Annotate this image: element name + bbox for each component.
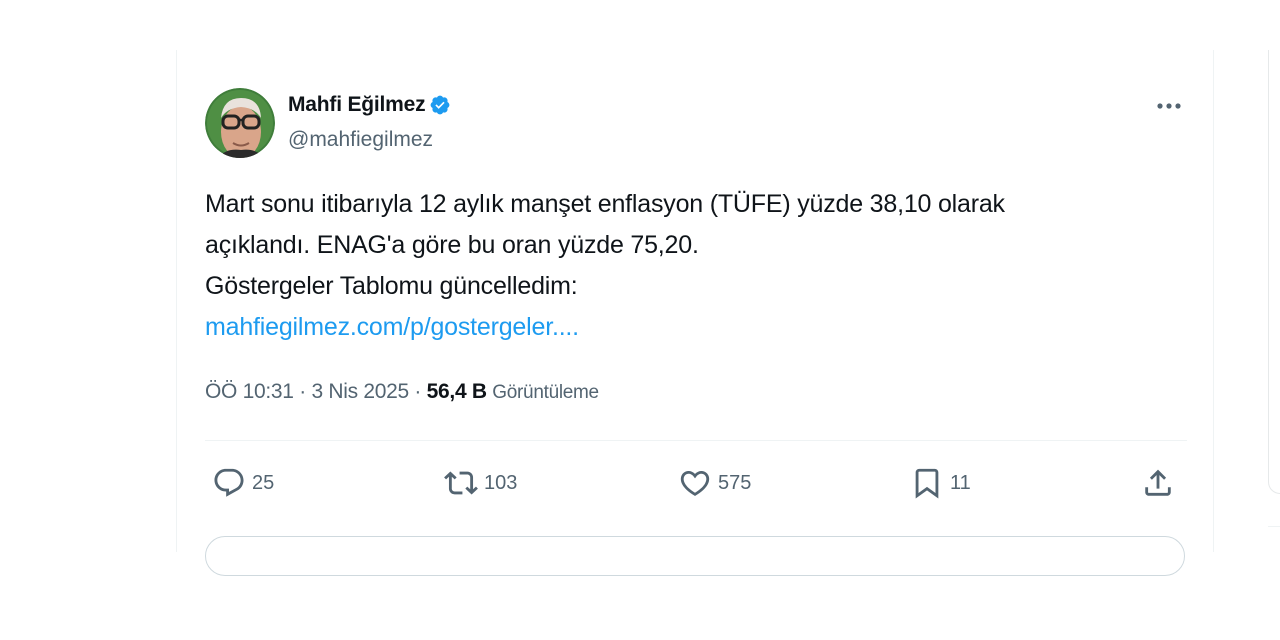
- reply-input[interactable]: [205, 536, 1185, 576]
- avatar-image: [205, 88, 275, 158]
- author-name[interactable]: Mahfi Eğilmez: [288, 93, 426, 117]
- tweet-time[interactable]: ÖÖ 10:31: [205, 380, 294, 403]
- reply-icon: [214, 468, 244, 497]
- tweet-link[interactable]: mahfiegilmez.com/p/gostergeler....: [205, 313, 579, 341]
- reply-count: 25: [252, 471, 275, 494]
- tweet-text-line: açıklandı. ENAG'a göre bu oran yüzde 75,…: [205, 231, 699, 259]
- tweet-meta: ÖÖ 10:31 · 3 Nis 2025 · 56,4 B Görüntüle…: [205, 380, 599, 404]
- views-count[interactable]: 56,4 B: [427, 380, 487, 403]
- verified-badge-icon[interactable]: [429, 94, 451, 116]
- tweet-text-line: Göstergeler Tablomu güncelledim:: [205, 272, 578, 300]
- more-dots-icon[interactable]: [1152, 92, 1186, 120]
- reply-button[interactable]: 25: [212, 466, 274, 500]
- meta-separator: ·: [299, 380, 306, 403]
- repost-icon: [444, 471, 478, 495]
- sidebar-card-edge: [1268, 50, 1280, 494]
- author-row: Mahfi Eğilmez: [288, 93, 451, 117]
- tweet-text-line: Mart sonu itibarıyla 12 aylık manşet enf…: [205, 190, 1005, 218]
- author-handle[interactable]: @mahfiegilmez: [288, 128, 433, 152]
- heart-icon: [680, 470, 710, 496]
- meta-separator: ·: [414, 380, 422, 403]
- repost-button[interactable]: 103: [444, 466, 517, 500]
- tweet-text: Mart sonu itibarıyla 12 aylık manşet enf…: [205, 184, 1165, 348]
- avatar[interactable]: [205, 88, 275, 158]
- sidebar-divider: [1268, 526, 1280, 527]
- bookmark-button[interactable]: 11: [910, 466, 971, 500]
- share-button[interactable]: [1141, 466, 1175, 500]
- views-label[interactable]: Görüntüleme: [492, 382, 599, 403]
- tweet-date[interactable]: 3 Nis 2025: [311, 380, 409, 403]
- like-button[interactable]: 575: [678, 466, 751, 500]
- repost-count: 103: [484, 471, 518, 494]
- bookmark-count: 11: [950, 471, 971, 494]
- like-count: 575: [718, 471, 752, 494]
- share-icon: [1145, 469, 1171, 496]
- bookmark-icon: [915, 468, 939, 499]
- divider: [205, 440, 1187, 441]
